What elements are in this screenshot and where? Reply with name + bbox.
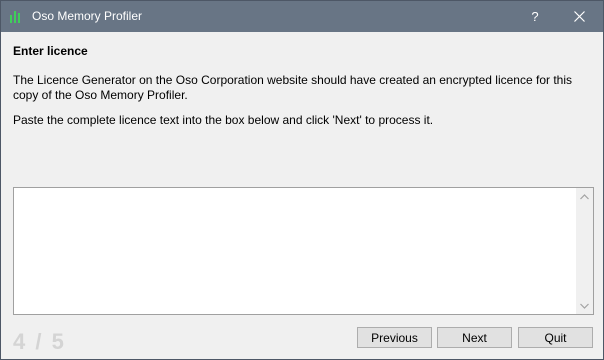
instruction-text: The Licence Generator on the Oso Corpora… [13, 73, 572, 102]
quit-button[interactable]: Quit [518, 327, 593, 348]
next-button[interactable]: Next [437, 327, 512, 348]
page-heading: Enter licence [13, 44, 88, 58]
vertical-scrollbar[interactable] [576, 188, 593, 314]
bar-chart-icon [10, 9, 24, 23]
previous-button[interactable]: Previous [357, 327, 432, 348]
question-mark-icon[interactable]: ? [513, 1, 557, 32]
licence-text-input[interactable] [13, 187, 594, 315]
page-content: Enter licence The Licence Generator on t… [1, 32, 603, 359]
paste-instruction-text: Paste the complete licence text into the… [13, 113, 434, 127]
title-bar[interactable]: Oso Memory Profiler ? [1, 1, 603, 32]
step-indicator: 4 / 5 [13, 329, 66, 354]
scroll-down-arrow-icon[interactable] [576, 297, 593, 314]
close-icon[interactable] [557, 1, 601, 32]
scroll-up-arrow-icon[interactable] [576, 188, 593, 205]
window-title: Oso Memory Profiler [32, 9, 143, 23]
wizard-window: Oso Memory Profiler ? Enter licence The … [0, 0, 604, 360]
